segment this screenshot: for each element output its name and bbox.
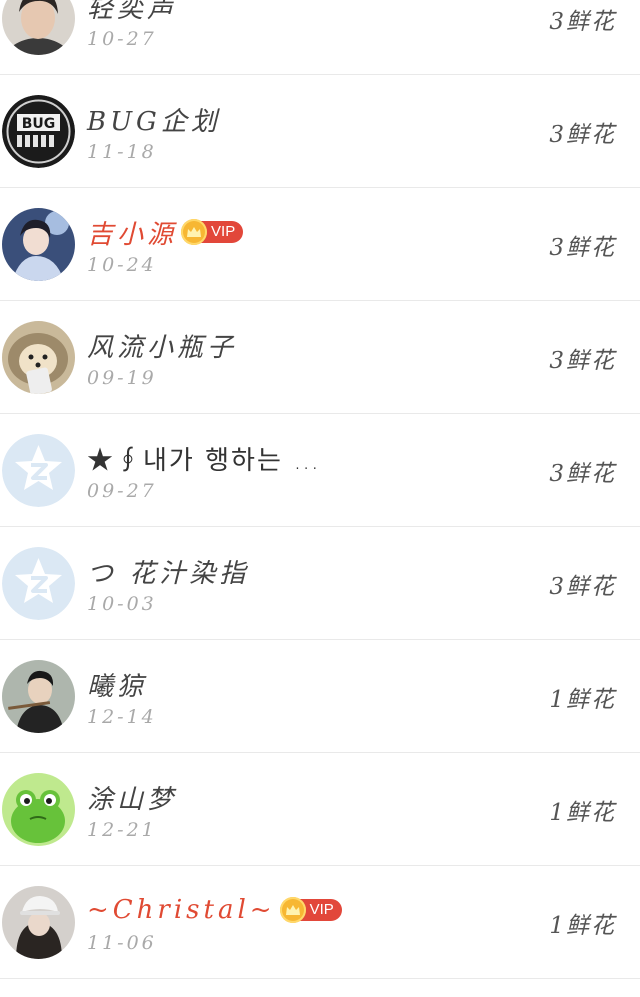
flower-count: 1鲜花 (549, 913, 616, 939)
list-item[interactable]: 风流小瓶子 09-19 3鲜花 (0, 301, 640, 414)
crown-icon (279, 897, 306, 923)
flower-count: 3鲜花 (549, 574, 616, 600)
flower-count: 3鲜花 (549, 235, 616, 261)
date: 11-18 (87, 141, 157, 163)
avatar[interactable] (2, 886, 75, 959)
list-item[interactable]: ★∮내가 행하는 … 09-27 3鲜花 (0, 414, 640, 527)
date: 09-19 (87, 367, 157, 389)
username: 风流小瓶子 (87, 332, 238, 363)
vip-badge: VIP (279, 897, 342, 923)
avatar[interactable] (2, 434, 75, 507)
date: 11-06 (87, 932, 157, 954)
flower-count: 3鲜花 (549, 461, 616, 487)
list-item[interactable]: 涂山梦 12-21 1鲜花 (0, 753, 640, 866)
avatar[interactable] (2, 0, 75, 55)
avatar[interactable]: BUG (2, 95, 75, 168)
crown-icon (181, 219, 208, 245)
list-item[interactable]: 轻奕声 10-27 3鲜花 (0, 0, 640, 75)
list-item[interactable]: ~Christal~ VIP 11-06 1鲜花 (0, 866, 640, 979)
list-item[interactable]: 曦猄 12-14 1鲜花 (0, 640, 640, 753)
avatar[interactable] (2, 208, 75, 281)
svg-text:BUG: BUG (22, 116, 56, 132)
date: 09-27 (87, 480, 157, 502)
username: つ 花汁染指 (87, 558, 250, 589)
username: 涂山梦 (87, 784, 178, 815)
username: 曦猄 (87, 671, 148, 702)
flower-count: 1鲜花 (549, 687, 616, 713)
list-item[interactable]: BUG BUG企划 11-18 3鲜花 (0, 75, 640, 188)
date: 10-27 (87, 28, 157, 50)
username: BUG企划 (87, 106, 221, 137)
list-item[interactable]: つ 花汁染指 10-03 3鲜花 (0, 527, 640, 640)
username: ~Christal~ (87, 895, 276, 925)
username: 轻奕声 (87, 0, 178, 24)
date: 12-14 (87, 706, 157, 728)
date: 12-21 (87, 819, 157, 841)
username: 吉小源 (87, 219, 178, 250)
avatar[interactable] (2, 660, 75, 733)
flower-gift-list: 轻奕声 10-27 3鲜花 BUG BUG企划 11-18 3鲜花 吉小源 VI… (0, 0, 640, 979)
vip-badge: VIP (181, 219, 244, 245)
flower-count: 3鲜花 (549, 348, 616, 374)
flower-count: 3鲜花 (549, 122, 616, 148)
username: ★∮내가 행하는 … (87, 445, 322, 476)
flower-count: 1鲜花 (549, 800, 616, 826)
date: 10-03 (87, 593, 157, 615)
flower-count: 3鲜花 (549, 9, 616, 35)
list-item[interactable]: 吉小源 VIP 10-24 3鲜花 (0, 188, 640, 301)
avatar[interactable] (2, 547, 75, 620)
avatar[interactable] (2, 321, 75, 394)
date: 10-24 (87, 254, 157, 276)
avatar[interactable] (2, 773, 75, 846)
